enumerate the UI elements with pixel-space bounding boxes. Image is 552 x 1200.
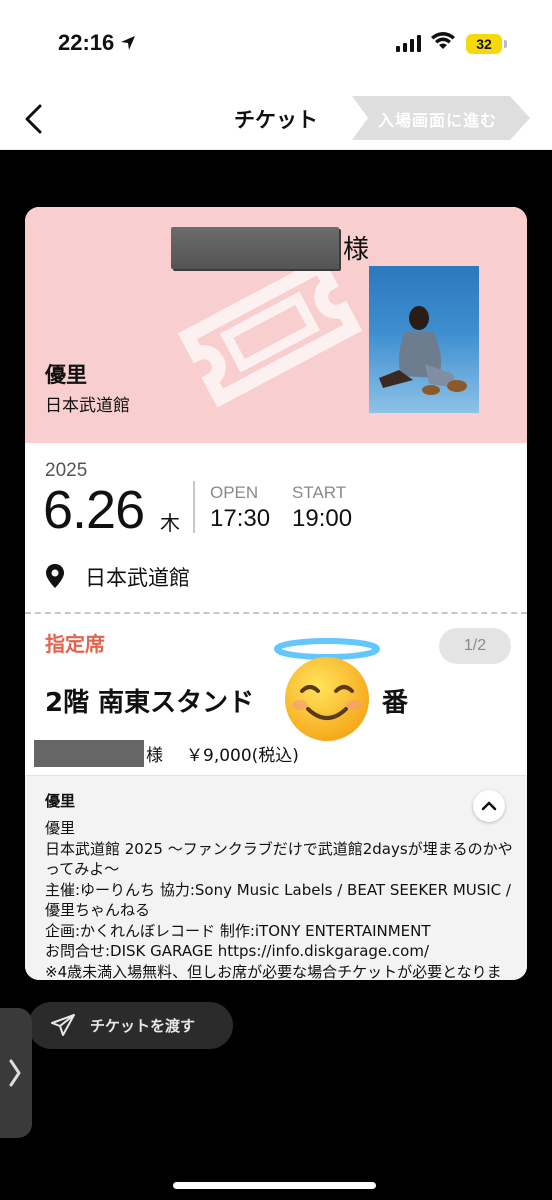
artist-photo: [369, 266, 479, 413]
event-date: 6.26: [43, 480, 145, 540]
paper-plane-icon: [51, 1014, 75, 1036]
enter-screen-button[interactable]: 入場画面に進む: [352, 96, 532, 140]
home-indicator: [173, 1182, 376, 1189]
ticket-watermark-icon: [177, 257, 363, 407]
open-label: OPEN: [210, 483, 259, 502]
clock-time: 22:16: [58, 30, 115, 55]
venue-location: 日本武道館: [85, 566, 190, 590]
ticket-price: ￥9,000(税込): [186, 746, 299, 766]
event-weekday: 木: [160, 511, 180, 535]
wifi-icon: [431, 32, 455, 49]
seat-type: 指定席: [45, 632, 105, 656]
ticket-header: 様 優里 日本武道館: [25, 207, 527, 443]
side-drawer-handle[interactable]: [0, 1008, 32, 1138]
nav-bar: チケット 入場画面に進む: [0, 90, 552, 150]
artist-name: 優里: [45, 363, 87, 387]
enter-screen-label: 入場画面に進む: [378, 111, 498, 130]
start-label: START: [292, 483, 347, 502]
transfer-ticket-button[interactable]: チケットを渡す: [28, 1002, 233, 1049]
buyer-honorific: 様: [146, 746, 163, 766]
details-title: 優里: [45, 792, 76, 810]
name-redaction: [171, 227, 339, 269]
start-time: 19:00: [292, 505, 353, 532]
location-arrow-icon: [121, 36, 136, 50]
battery-icon: 32: [466, 34, 507, 54]
seat-location: 2階 南東スタンド: [45, 688, 255, 718]
ticket-card: 様 優里 日本武道館 2025 6.26 木 OPEN 17:30 START …: [25, 207, 527, 980]
event-details-panel: 優里 優里 日本武道館 2025 〜ファンクラブだけで武道館2daysが埋まるの…: [25, 775, 527, 980]
chevron-right-icon: [9, 1059, 21, 1087]
clock: 22:16: [58, 30, 136, 56]
ticket-page-badge: 1/2: [439, 628, 511, 664]
cellular-signal-icon: [396, 34, 421, 52]
perforation-divider: [25, 612, 527, 614]
location-pin-icon: [46, 564, 64, 588]
date-divider: [193, 481, 195, 533]
status-bar: 22:16 32: [0, 0, 552, 90]
seat-number-suffix: 番: [382, 688, 409, 718]
venue-name: 日本武道館: [45, 396, 130, 416]
buyer-redaction: [34, 740, 144, 767]
holder-honorific: 様: [343, 235, 370, 265]
details-text: 優里 日本武道館 2025 〜ファンクラブだけで武道館2daysが埋まるのかやっ…: [45, 819, 513, 980]
battery-level: 32: [476, 36, 492, 52]
open-time: 17:30: [210, 505, 271, 532]
halo-smile-emoji-icon: [274, 638, 380, 741]
transfer-ticket-label: チケットを渡す: [90, 1017, 196, 1035]
